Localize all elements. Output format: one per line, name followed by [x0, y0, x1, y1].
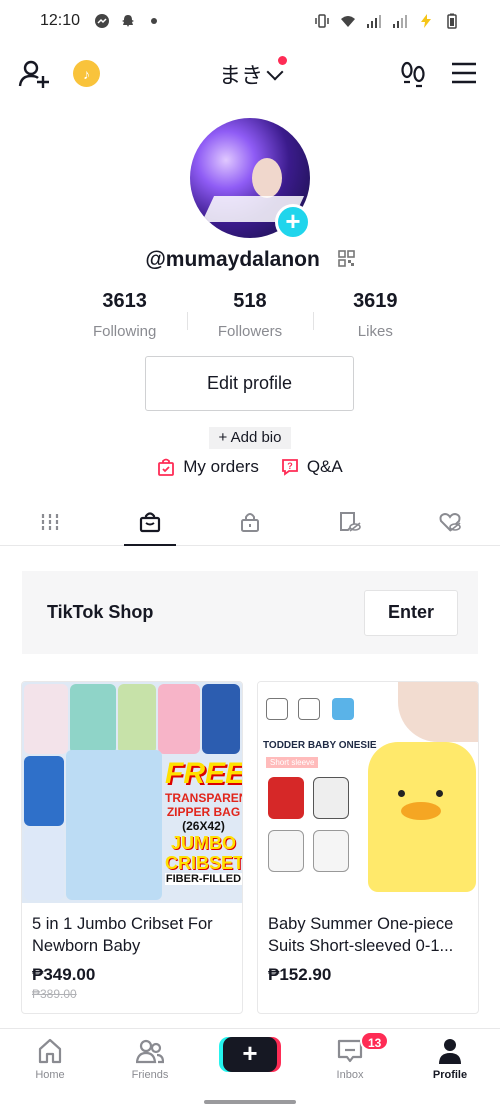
signal-icon: [367, 15, 381, 28]
my-orders-link[interactable]: My orders: [157, 457, 259, 477]
status-time: 12:10: [40, 12, 81, 29]
profile-handle: @mumaydalanon: [145, 248, 320, 271]
product-image: TODDER BABY ONESIE Short sleeve: [258, 682, 478, 903]
my-orders-label: My orders: [183, 457, 259, 476]
shop-title: TikTok Shop: [47, 602, 154, 622]
product-card[interactable]: FREE TRANSPARENT ZIPPER BAG (26X42) JUMB…: [21, 681, 243, 1014]
nav-inbox-label: Inbox: [336, 1069, 364, 1081]
nav-profile[interactable]: Profile: [400, 1029, 500, 1088]
nav-friends[interactable]: Friends: [100, 1029, 200, 1088]
menu-icon[interactable]: [451, 62, 477, 84]
profile-icon: [439, 1039, 461, 1064]
dot-icon: [151, 18, 158, 24]
svg-text:?: ?: [287, 461, 293, 471]
data-saver-icon: [421, 14, 431, 28]
profile-stats: 3613 Following 518 Followers 3619 Likes: [62, 290, 438, 340]
username-row: @mumaydalanon: [0, 248, 500, 272]
messenger-icon: [95, 14, 110, 28]
create-button[interactable]: +: [223, 1037, 277, 1072]
tab-liked[interactable]: [400, 500, 500, 545]
image-tag: Short sleeve: [266, 757, 319, 768]
promo-text: FREE TRANSPARENT ZIPPER BAG (26X42) JUMB…: [165, 757, 242, 885]
snapchat-icon: [122, 15, 135, 27]
grid-icon: [41, 514, 59, 530]
tab-private[interactable]: [200, 500, 300, 545]
nav-home[interactable]: Home: [0, 1029, 100, 1088]
home-indicator[interactable]: [204, 1100, 296, 1104]
tab-shop[interactable]: [100, 500, 200, 546]
chevron-down-icon: [266, 63, 284, 81]
home-icon: [38, 1038, 62, 1064]
inbox-badge: 13: [360, 1031, 390, 1051]
stat-label: Following: [92, 323, 157, 340]
tiktok-shop-banner: TikTok Shop Enter: [22, 571, 478, 654]
enter-shop-button[interactable]: Enter: [364, 589, 458, 636]
product-title: 5 in 1 Jumbo Cribset For Newborn Baby: [32, 915, 213, 955]
nav-home-label: Home: [35, 1069, 65, 1081]
product-old-price: ₱389.00: [32, 987, 77, 1001]
lock-icon: [241, 513, 259, 532]
stat-value: 3613: [102, 290, 147, 312]
qa-link[interactable]: ? Q&A: [281, 457, 343, 477]
qa-label: Q&A: [306, 457, 343, 476]
tab-videos[interactable]: [0, 500, 100, 545]
stat-label: Followers: [217, 323, 283, 340]
stat-value: 3619: [353, 290, 398, 312]
profile-links: My orders ? Q&A: [0, 457, 500, 477]
stat-likes[interactable]: 3619 Likes: [312, 290, 438, 340]
tab-reposts[interactable]: [300, 500, 400, 545]
add-bio-button[interactable]: + Add bio: [209, 427, 291, 449]
image-banner: TODDER BABY ONESIE: [263, 740, 377, 751]
stat-followers[interactable]: 518 Followers: [187, 290, 312, 340]
question-chat-icon: ?: [281, 459, 298, 476]
product-image: FREE TRANSPARENT ZIPPER BAG (26X42) JUMB…: [22, 682, 242, 903]
signal-2-icon: [393, 15, 407, 28]
shopping-bag-icon: [158, 458, 175, 476]
stat-label: Likes: [357, 323, 393, 340]
account-name: まき: [218, 63, 263, 88]
shopping-bag-icon: [139, 512, 161, 533]
vibrate-icon: [315, 14, 329, 28]
nav-friends-label: Friends: [131, 1069, 169, 1081]
tag-hidden-icon: [340, 512, 361, 532]
bottom-nav: Home Friends + Inbox 13 Profile: [0, 1028, 500, 1088]
wifi-icon: [341, 16, 355, 27]
heart-hidden-icon: [439, 512, 461, 532]
add-avatar-plus-icon[interactable]: +: [275, 204, 311, 240]
friends-icon: [136, 1039, 164, 1064]
product-price: ₱152.90: [268, 965, 332, 984]
product-price: ₱349.00: [32, 965, 96, 984]
nav-profile-label: Profile: [432, 1069, 468, 1081]
notification-dot: [278, 56, 287, 65]
stat-value: 518: [233, 290, 267, 312]
content-tabs: [0, 500, 500, 546]
top-nav: ♪ まき: [0, 46, 500, 102]
status-bar: 12:10: [0, 0, 500, 42]
product-card[interactable]: TODDER BABY ONESIE Short sleeve Baby Sum…: [257, 681, 479, 1014]
edit-profile-button[interactable]: Edit profile: [145, 356, 354, 411]
footprints-icon[interactable]: [399, 60, 427, 88]
battery-icon: [447, 13, 457, 29]
qr-code-icon[interactable]: [337, 250, 355, 267]
nav-create[interactable]: +: [200, 1029, 300, 1088]
product-title: Baby Summer One-piece Suits Short-sleeve…: [268, 915, 454, 955]
stat-following[interactable]: 3613 Following: [62, 290, 187, 340]
nav-inbox[interactable]: Inbox 13: [300, 1029, 400, 1088]
